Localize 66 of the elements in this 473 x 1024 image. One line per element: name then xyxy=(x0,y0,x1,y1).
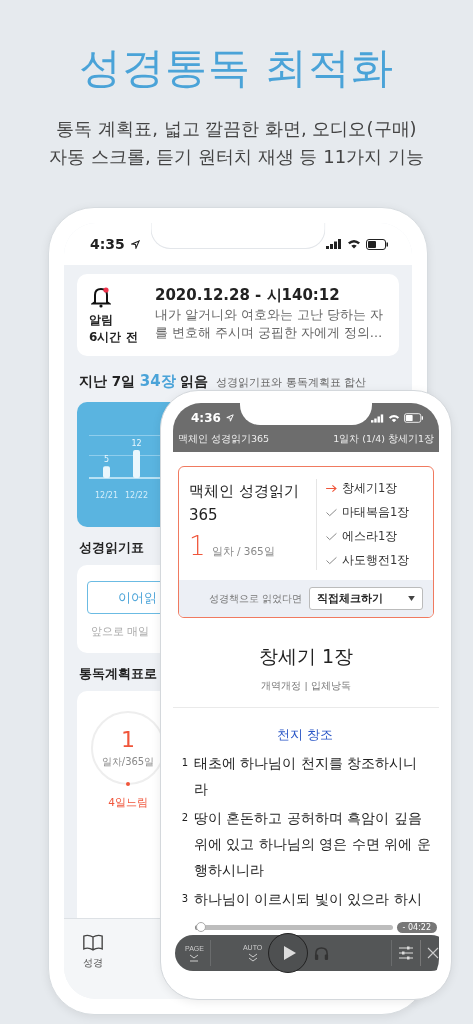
remaining-time: - 04:22 xyxy=(396,922,437,933)
section-title: 통독계획표로 xyxy=(79,665,157,683)
notification-card[interactable]: 알림 6시간 전 2020.12.28 - 시140:12 내가 알거니와 여호와는 고난 당하는 자를 변호해 주시며 궁핍한 자에게 정의… xyxy=(77,274,399,356)
subtitle: 자동 스크롤, 듣기 원터치 재생 등 11가지 기능 xyxy=(49,145,424,169)
notification-text: 내가 알거니와 여호와는 고난 당하는 자를 변호해 주시며 궁핍한 자에게 정의… xyxy=(155,306,384,342)
notification-label: 알림 xyxy=(89,312,113,329)
version-label: 개역개정 | 입체낭독 xyxy=(261,680,351,693)
axis-label: 12/21 xyxy=(94,490,119,500)
reading-item[interactable]: 사도행전1장 xyxy=(325,551,433,570)
bar-value: 5 xyxy=(103,454,110,464)
plan-status: 4일느림 xyxy=(108,796,148,810)
verse-number: 3 xyxy=(180,892,188,906)
paper-label: 성경책으로 읽었다면 xyxy=(209,591,303,606)
plan-subtitle: 365 xyxy=(189,505,219,526)
wifi-icon xyxy=(347,239,361,249)
reading-summary: 지난 7일 34장 읽음 xyxy=(79,372,209,390)
notification-time: 6시간 전 xyxy=(89,329,138,346)
double-chevron-icon xyxy=(247,953,258,962)
verse-number: 2 xyxy=(180,811,188,825)
bar-value: 12 xyxy=(131,438,142,448)
verse-number: 1 xyxy=(180,756,188,770)
play-button[interactable] xyxy=(268,933,309,973)
verse-text: 하나님이 이르시되 빛이 있으라 하시 xyxy=(194,890,422,909)
passage-heading: 천지 창조 xyxy=(275,726,335,744)
location-icon xyxy=(225,414,234,422)
reading-item[interactable]: 마태복음1장 xyxy=(325,503,433,522)
wifi-icon xyxy=(388,413,400,423)
reading-position: 1일차 (1/4) 창세기1장 xyxy=(333,433,434,446)
reading-item[interactable]: 창세기1장 xyxy=(325,479,433,498)
battery-icon xyxy=(366,238,388,250)
bible-tab[interactable]: 성경 xyxy=(76,919,110,971)
status-time: 4:35 xyxy=(90,236,125,252)
section-title: 성경읽기표 xyxy=(79,539,144,557)
settings-icon[interactable] xyxy=(398,946,414,960)
plan-title: 맥체인 성경읽기 xyxy=(189,481,300,502)
summary-note: 성경읽기표와 통독계획표 합산 xyxy=(216,375,367,391)
check-dropdown[interactable]: 직접체크하기 xyxy=(309,587,423,610)
chart-bar xyxy=(133,449,140,478)
verse-text: 태초에 하나님이 천지를 창조하시니라 xyxy=(194,754,419,799)
reading-hint: 앞으로 매일 xyxy=(90,624,151,639)
dropdown-icon xyxy=(408,596,415,601)
verse-text: 땅이 혼돈하고 공허하며 흑암이 깊음 위에 있고 하나님의 영은 수면 위에 운행하시니라 xyxy=(194,809,431,880)
book-icon xyxy=(82,933,104,952)
signal-icon xyxy=(326,239,342,249)
chart-bar xyxy=(103,465,110,478)
battery-icon xyxy=(404,413,423,423)
notification-title: 2020.12.28 - 시140:12 xyxy=(155,285,341,306)
play-icon xyxy=(282,945,297,961)
subtitle: 통독 계획표, 넓고 깔끔한 화면, 오디오(구매) xyxy=(56,117,417,141)
chevron-icon xyxy=(189,953,200,962)
plan-day: 1 xyxy=(121,727,135,752)
headline: 성경통독 최적화 xyxy=(77,42,396,94)
plan-unit: 일차/365일 xyxy=(101,754,155,769)
plan-name: 맥체인 성경읽기365 xyxy=(178,433,270,446)
status-time: 4:36 xyxy=(191,411,221,425)
reading-item[interactable]: 에스라1장 xyxy=(325,527,433,546)
plan-unit: 일차 / 365일 xyxy=(211,545,275,559)
close-icon[interactable] xyxy=(427,947,439,959)
plan-day: 1 xyxy=(189,531,206,561)
location-icon xyxy=(130,239,140,249)
axis-label: 12/22 xyxy=(124,490,149,500)
progress-thumb[interactable] xyxy=(195,922,206,932)
status-dot xyxy=(126,782,130,786)
bell-icon xyxy=(91,286,111,308)
chapter-title: 창세기 1장 xyxy=(258,644,354,669)
signal-icon xyxy=(371,413,384,423)
